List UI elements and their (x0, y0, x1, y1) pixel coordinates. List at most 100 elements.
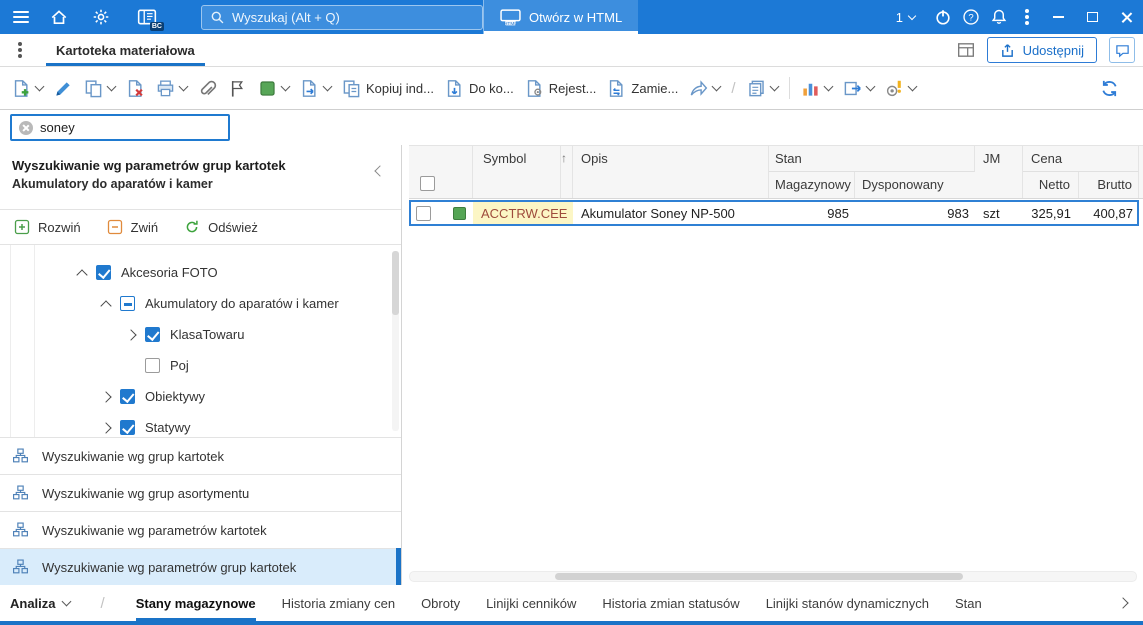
global-search-input[interactable] (232, 9, 474, 25)
attachments-button[interactable] (193, 74, 222, 103)
home-button[interactable] (47, 4, 71, 30)
chevron-down-icon (106, 81, 117, 92)
maximize-button[interactable] (1075, 0, 1109, 34)
row-checkbox[interactable] (415, 205, 431, 221)
grid-search-box[interactable] (10, 114, 230, 141)
export-document-button[interactable] (742, 74, 783, 103)
color-label-button[interactable] (253, 74, 294, 103)
send-forward-button[interactable] (684, 74, 725, 103)
select-all-checkbox[interactable] (419, 176, 435, 191)
tab-obroty[interactable]: Obroty (421, 585, 460, 621)
alerts-settings-button[interactable] (880, 74, 921, 103)
help-button[interactable]: ? (957, 0, 985, 34)
chevron-collapsed-icon[interactable] (125, 328, 137, 341)
checkbox-indeterminate[interactable] (120, 296, 135, 311)
chevron-expanded-icon[interactable] (100, 299, 112, 312)
search-mode-item-selected[interactable]: Wyszukiwanie wg parametrów grup kartotek (0, 548, 401, 585)
table-row-selected[interactable]: ACCTRW.CEE Akumulator Soney NP-500 985 9… (409, 200, 1139, 226)
analiza-dropdown[interactable]: Analiza (10, 596, 71, 611)
forward-document-button[interactable] (295, 74, 336, 103)
chevron-collapsed-icon[interactable] (100, 421, 112, 434)
tab-menu-button[interactable] (18, 48, 22, 52)
do-koszyka-button[interactable]: Do ko... (440, 74, 519, 103)
tree-node[interactable]: Akumulatory do aparatów i kamer (0, 288, 401, 319)
collapse-all-button[interactable]: Zwiń (107, 219, 158, 235)
open-in-html-button[interactable]: HTML Otwórz w HTML (483, 0, 639, 34)
sort-ascending-icon[interactable]: ↑ (561, 146, 573, 198)
horizontal-scrollbar[interactable] (409, 571, 1137, 582)
edit-button[interactable] (49, 74, 78, 103)
search-mode-label: Wyszukiwanie wg grup asortymentu (42, 485, 250, 501)
tree-node[interactable]: Obiektywy (0, 381, 401, 412)
search-mode-item[interactable]: Wyszukiwanie wg parametrów kartotek (0, 511, 401, 548)
tabbar-separator (96, 595, 110, 612)
column-header-jm[interactable]: JM (975, 146, 1023, 198)
feedback-button[interactable] (1109, 37, 1135, 63)
tree-guide-line (34, 245, 35, 437)
tree-node[interactable]: Statywy (0, 412, 401, 437)
search-mode-item[interactable]: Wyszukiwanie wg grup asortymentu (0, 474, 401, 511)
minimize-button[interactable] (1041, 0, 1075, 34)
new-item-button[interactable] (7, 74, 48, 103)
grid-search-input[interactable] (40, 120, 221, 135)
tab-linijki-stanow-dynamicznych[interactable]: Linijki stanów dynamicznych (766, 585, 929, 621)
checkbox-checked[interactable] (145, 327, 160, 342)
hamburger-menu-button[interactable] (9, 4, 33, 30)
search-mode-item[interactable]: Wyszukiwanie wg grup kartotek (0, 437, 401, 474)
tree-node[interactable]: KlasaTowaru (0, 319, 401, 350)
chart-button[interactable] (796, 74, 837, 103)
column-header-dysponowany[interactable]: Dysponowany (855, 172, 975, 198)
tree-node[interactable]: Akcesoria FOTO (0, 257, 401, 288)
refresh-button[interactable] (1095, 74, 1124, 103)
zamiennik-button[interactable]: Zamie... (602, 74, 683, 103)
power-button[interactable] (929, 0, 957, 34)
close-button[interactable] (1109, 0, 1143, 34)
tab-linijki-cennikow[interactable]: Linijki cenników (486, 585, 576, 621)
checkbox-checked[interactable] (120, 420, 135, 435)
tree-scrollbar[interactable] (392, 251, 399, 431)
scroll-tabs-right-button[interactable] (1117, 597, 1129, 609)
comment-icon (1115, 44, 1129, 57)
checkbox-checked[interactable] (120, 389, 135, 404)
tab-historia-zmiany-cen[interactable]: Historia zmiany cen (282, 585, 395, 621)
tab-stany-magazynowe[interactable]: Stany magazynowe (135, 585, 256, 621)
window-counter-dropdown[interactable]: 1 (896, 10, 917, 25)
flag-button[interactable] (223, 74, 252, 103)
checkbox-checked[interactable] (96, 265, 111, 280)
export-button[interactable] (838, 74, 879, 103)
clear-search-icon[interactable] (19, 120, 33, 135)
green-status-chip (452, 206, 466, 220)
panel-layout-icon[interactable] (957, 41, 975, 59)
chevron-expanded-icon[interactable] (76, 268, 88, 281)
refresh-tree-button[interactable]: Odśwież (184, 219, 258, 235)
column-group-cena[interactable]: Cena (1023, 146, 1139, 172)
bc-module-button[interactable]: BC (135, 4, 164, 31)
tab-stan[interactable]: Stan (955, 585, 982, 621)
tab-kartoteka-materialowa[interactable]: Kartoteka materiałowa (38, 34, 213, 66)
share-button[interactable]: Udostępnij (986, 37, 1097, 63)
notifications-button[interactable] (985, 0, 1013, 34)
column-header-brutto[interactable]: Brutto (1079, 172, 1139, 198)
print-button[interactable] (151, 74, 192, 103)
scrollbar-thumb[interactable] (392, 251, 399, 315)
settings-button[interactable] (89, 4, 113, 30)
delete-button[interactable] (121, 74, 150, 103)
collapse-panel-button[interactable] (374, 165, 386, 177)
tab-historia-zmian-statusow[interactable]: Historia zmian statusów (602, 585, 739, 621)
column-group-stan[interactable]: Stan (769, 146, 975, 172)
column-header-opis[interactable]: Opis (573, 146, 769, 198)
column-header-symbol[interactable]: Symbol (473, 146, 561, 198)
global-search[interactable] (201, 4, 483, 30)
expand-all-button[interactable]: Rozwiń (14, 219, 81, 235)
kopiuj-indeksy-button[interactable]: Kopiuj ind... (337, 74, 439, 103)
column-header-magazynowy[interactable]: Magazynowy (769, 172, 855, 198)
copy-document-button[interactable] (79, 74, 120, 103)
more-options-button[interactable] (1013, 0, 1041, 34)
column-header-netto[interactable]: Netto (1023, 172, 1079, 198)
tree-node[interactable]: Poj (0, 350, 401, 381)
checkbox-unchecked[interactable] (145, 358, 160, 373)
rejestracja-button[interactable]: Rejest... (520, 74, 602, 103)
scrollbar-thumb[interactable] (555, 573, 963, 580)
chevron-collapsed-icon[interactable] (100, 390, 112, 403)
html-window-icon: HTML (500, 8, 521, 26)
